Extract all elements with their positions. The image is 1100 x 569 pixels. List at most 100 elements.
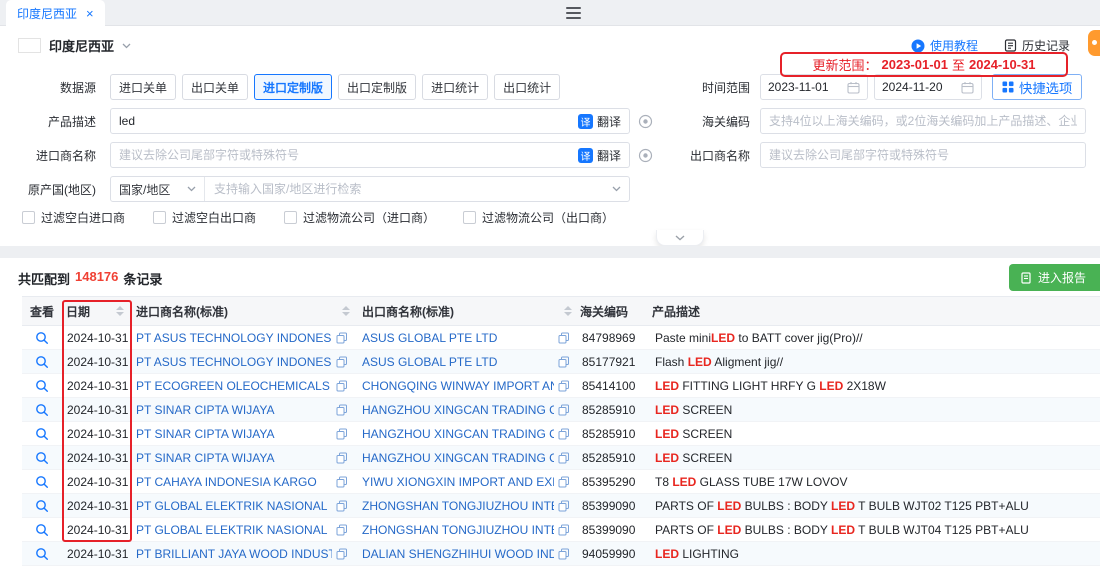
checkbox-filter-blank-exporter[interactable]: 过滤空白出口商 (153, 209, 256, 226)
sort-icon[interactable] (560, 306, 572, 316)
copy-icon[interactable] (558, 500, 570, 512)
copy-icon[interactable] (336, 332, 348, 344)
importer-link[interactable]: PT SINAR CIPTA WIJAYA (132, 451, 332, 465)
exporter-link[interactable]: CHONGQING WINWAY IMPORT AND E... (358, 379, 554, 393)
exporter-link[interactable]: HANGZHOU XINGCAN TRADING CO LTD (358, 403, 554, 417)
copy-icon[interactable] (336, 356, 348, 368)
date-start-picker[interactable]: 2023-11-01 (760, 74, 868, 100)
origin-country-input[interactable] (205, 182, 612, 196)
view-details-icon[interactable] (35, 475, 49, 489)
exporter-link[interactable]: ASUS GLOBAL PTE LTD (358, 331, 554, 345)
importer-link[interactable]: PT GLOBAL ELEKTRIK NASIONAL (132, 499, 332, 513)
product-desc-cell: PARTS OF LED BULBS : BODY LED T BULB WJT… (652, 523, 1100, 537)
importer-link[interactable]: PT ECOGREEN OLEOCHEMICALS (132, 379, 332, 393)
checkbox-icon (22, 211, 35, 224)
hs-code-cell: 85414100 (580, 379, 652, 393)
copy-icon[interactable] (558, 356, 570, 368)
copy-icon[interactable] (558, 332, 570, 344)
source-tab-export-stats[interactable]: 出口统计 (494, 74, 560, 100)
source-tab-import-declaration[interactable]: 进口关单 (110, 74, 176, 100)
view-details-icon[interactable] (35, 451, 49, 465)
tutorial-link[interactable]: 使用教程 (911, 37, 978, 54)
exporter-link[interactable]: ASUS GLOBAL PTE LTD (358, 355, 554, 369)
copy-icon[interactable] (336, 548, 348, 560)
copy-icon[interactable] (336, 380, 348, 392)
exact-match-toggle[interactable] (638, 148, 653, 163)
importer-link[interactable]: PT ASUS TECHNOLOGY INDONESIA BA... (132, 355, 332, 369)
tab-indonesia[interactable]: 印度尼西亚 × (6, 0, 105, 26)
exporter-link[interactable]: HANGZHOU XINGCAN TRADING CO LTD (358, 451, 554, 465)
copy-icon[interactable] (558, 548, 570, 560)
view-details-icon[interactable] (35, 355, 49, 369)
header-date[interactable]: 日期 (62, 303, 132, 320)
importer-link[interactable]: PT BRILLIANT JAYA WOOD INDUSTRY (132, 547, 332, 561)
source-tab-export-declaration[interactable]: 出口关单 (182, 74, 248, 100)
view-details-icon[interactable] (35, 403, 49, 417)
view-details-icon[interactable] (35, 523, 49, 537)
copy-icon[interactable] (336, 524, 348, 536)
importer-link[interactable]: PT SINAR CIPTA WIJAYA (132, 427, 332, 441)
copy-icon[interactable] (558, 380, 570, 392)
date-cell: 2024-10-31 (62, 451, 132, 465)
view-details-icon[interactable] (35, 499, 49, 513)
translate-button[interactable]: 译 翻译 (578, 113, 629, 130)
copy-icon[interactable] (558, 428, 570, 440)
quick-options-button[interactable]: 快捷选项 (992, 74, 1082, 100)
copy-icon[interactable] (336, 404, 348, 416)
sort-icon[interactable] (112, 306, 124, 316)
copy-icon[interactable] (336, 500, 348, 512)
floating-widget[interactable] (1088, 30, 1100, 56)
copy-icon[interactable] (558, 452, 570, 464)
copy-icon[interactable] (558, 524, 570, 536)
sort-icon[interactable] (338, 306, 350, 316)
view-details-icon[interactable] (35, 331, 49, 345)
exporter-link[interactable]: YIWU XIONGXIN IMPORT AND EXPORT... (358, 475, 554, 489)
quick-options-icon (1002, 81, 1014, 93)
history-link[interactable]: 历史记录 (1004, 37, 1070, 54)
importer-link[interactable]: PT ASUS TECHNOLOGY INDONESIA BA... (132, 331, 332, 345)
checkbox-filter-blank-importer[interactable]: 过滤空白进口商 (22, 209, 125, 226)
copy-icon[interactable] (336, 452, 348, 464)
enter-report-button[interactable]: 进入报告 (1009, 264, 1100, 291)
table-row: 2024-10-31 PT SINAR CIPTA WIJAYA HANGZHO… (22, 422, 1100, 446)
exact-match-toggle[interactable] (638, 114, 653, 129)
importer-link[interactable]: PT GLOBAL ELEKTRIK NASIONAL (132, 523, 332, 537)
importer-link[interactable]: PT SINAR CIPTA WIJAYA (132, 403, 332, 417)
origin-country-select[interactable]: 国家/地区 (111, 177, 205, 201)
copy-icon[interactable] (558, 476, 570, 488)
exporter-link[interactable]: ZHONGSHAN TONGJIUZHOU INTERNA... (358, 523, 554, 537)
copy-icon[interactable] (336, 476, 348, 488)
source-tab-import-custom[interactable]: 进口定制版 (254, 74, 332, 100)
exporter-name-input[interactable] (761, 143, 1085, 167)
copy-icon[interactable] (558, 404, 570, 416)
view-details-icon[interactable] (35, 427, 49, 441)
product-desc-cell: LED SCREEN (652, 403, 1100, 417)
country-selector[interactable]: 印度尼西亚 (18, 36, 131, 55)
indonesia-flag-icon (18, 38, 41, 53)
exporter-link[interactable]: ZHONGSHAN TONGJIUZHOU INTERNA... (358, 499, 554, 513)
importer-link[interactable]: PT CAHAYA INDONESIA KARGO (132, 475, 332, 489)
checkbox-filter-logistics-importer[interactable]: 过滤物流公司（进口商） (284, 209, 435, 226)
view-details-icon[interactable] (35, 379, 49, 393)
source-tabs: 进口关单 出口关单 进口定制版 出口定制版 进口统计 出口统计 (110, 74, 634, 100)
source-tab-export-custom[interactable]: 出口定制版 (338, 74, 416, 100)
copy-icon[interactable] (336, 428, 348, 440)
checkbox-filter-logistics-exporter[interactable]: 过滤物流公司（出口商） (463, 209, 614, 226)
date-end-picker[interactable]: 2024-11-20 (874, 74, 982, 100)
source-tab-import-stats[interactable]: 进口统计 (422, 74, 488, 100)
importer-cell: PT SINAR CIPTA WIJAYA (132, 403, 358, 417)
tab-menu-icon[interactable] (566, 7, 581, 19)
translate-button[interactable]: 译 翻译 (578, 147, 629, 164)
header-importer[interactable]: 进口商名称(标准) (132, 303, 358, 320)
header-exporter[interactable]: 出口商名称(标准) (358, 303, 580, 320)
collapse-panel-button[interactable] (656, 230, 704, 246)
product-desc-input[interactable] (111, 109, 578, 133)
exporter-link[interactable]: HANGZHOU XINGCAN TRADING CO LTD (358, 427, 554, 441)
view-details-icon[interactable] (35, 547, 49, 561)
time-range-label: 时间范围 (688, 79, 760, 96)
importer-name-input[interactable] (111, 143, 578, 167)
exporter-link[interactable]: DALIAN SHENGZHIHUI WOOD INDUST... (358, 547, 554, 561)
chevron-down-icon[interactable] (612, 186, 629, 192)
hs-code-input[interactable] (761, 109, 1085, 133)
tab-close-icon[interactable]: × (86, 7, 94, 20)
